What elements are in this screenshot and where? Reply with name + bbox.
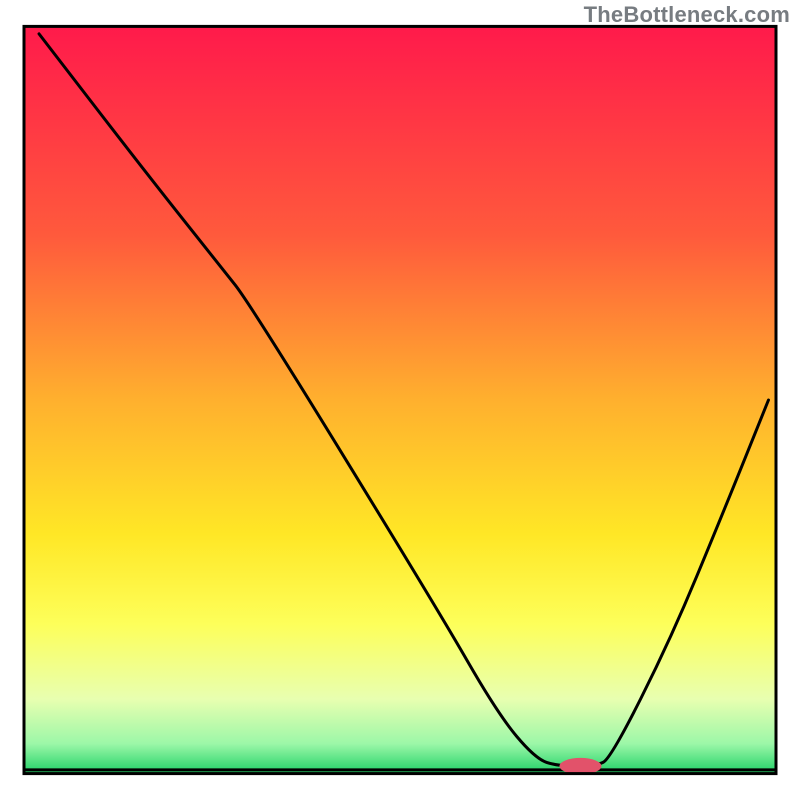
bottleneck-chart <box>0 0 800 800</box>
chart-stage: TheBottleneck.com <box>0 0 800 800</box>
sweet-spot-marker <box>559 758 601 774</box>
gradient-background <box>24 26 776 773</box>
